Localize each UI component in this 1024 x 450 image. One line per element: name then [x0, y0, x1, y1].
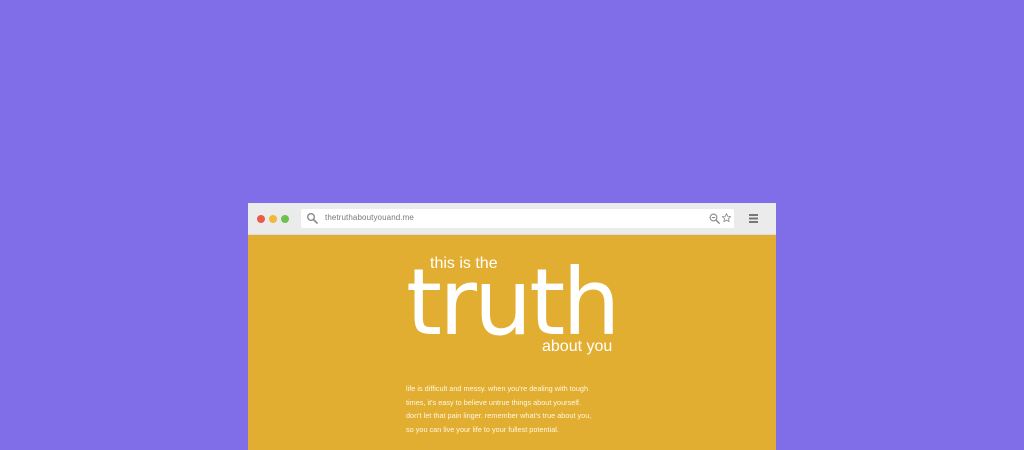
body-line: so you can live your life to your fulles… [406, 424, 559, 434]
body-line: don't let that pain linger. remember wha… [406, 411, 592, 420]
hero-subhead: about you [542, 338, 613, 355]
zoom-icon[interactable] [709, 213, 720, 224]
browser-toolbar: thetruthaboutyouand.me [248, 203, 776, 235]
url-text[interactable]: thetruthaboutyouand.me [325, 213, 414, 222]
body-line: life is difficult and messy. when you're… [406, 384, 589, 393]
address-bar[interactable]: thetruthaboutyouand.me [301, 209, 734, 228]
star-icon[interactable] [721, 212, 732, 224]
website-hero-content: this is the truth about you life is diff… [248, 235, 776, 450]
browser-window-mockup: thetruthaboutyouand.me this is the truth [248, 203, 776, 450]
menu-icon[interactable] [748, 213, 759, 224]
hero-headline: truth [406, 249, 621, 356]
minimize-dot[interactable] [269, 215, 277, 223]
close-dot[interactable] [257, 215, 265, 223]
search-icon [307, 213, 318, 224]
maximize-dot[interactable] [281, 215, 289, 223]
hero-stage: thetruthaboutyouand.me this is the truth [0, 0, 1024, 450]
hero-body-text: life is difficult and messy. when you're… [406, 382, 626, 436]
body-line: times, it's easy to believe untrue thing… [406, 397, 581, 407]
